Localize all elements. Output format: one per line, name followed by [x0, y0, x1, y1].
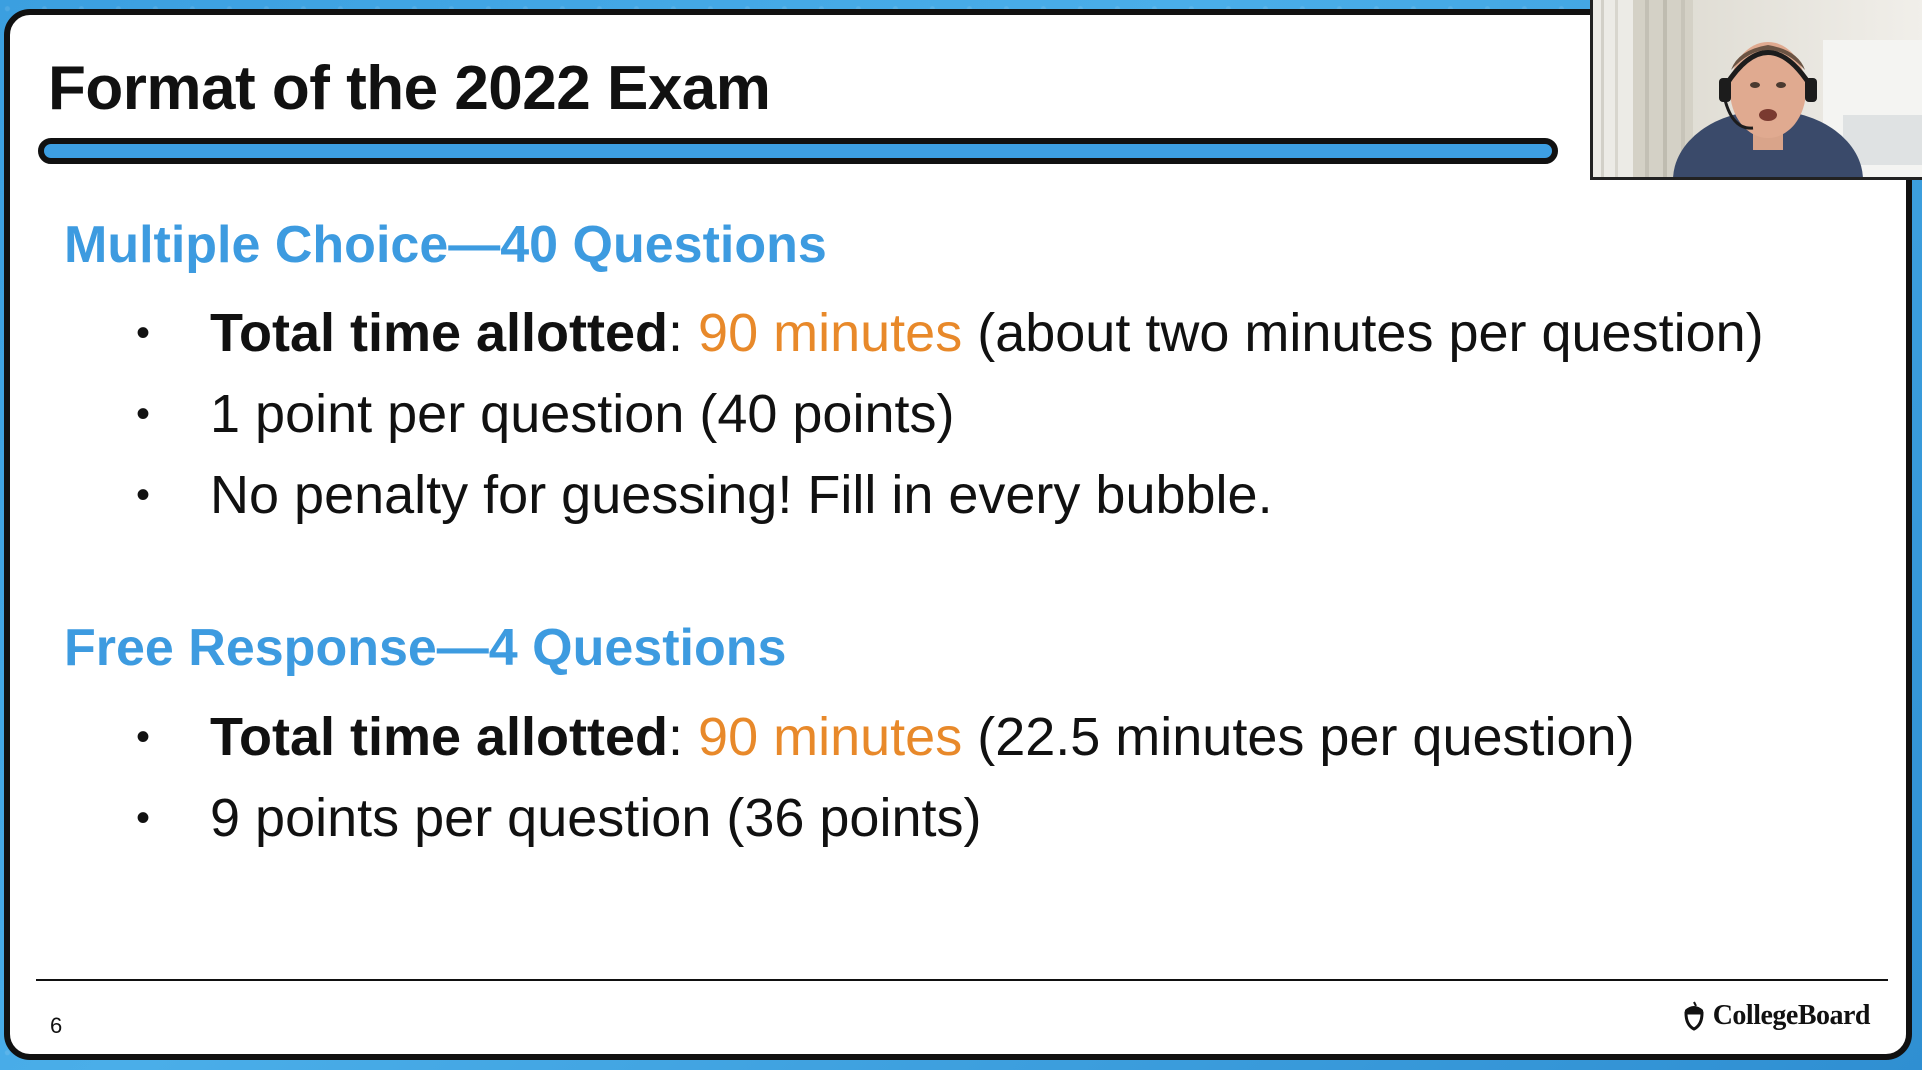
- bullet-text: Total time allotted: 90 minutes (about t…: [210, 293, 1764, 374]
- bullet-text: Total time allotted: 90 minutes (22.5 mi…: [210, 697, 1635, 778]
- collegeboard-logo: CollegeBoard: [1681, 1000, 1871, 1032]
- presenter-video-frame: [1593, 0, 1922, 177]
- section-heading-multiple-choice: Multiple Choice—40 Questions: [64, 216, 827, 274]
- bullet-rest: (about two minutes per question): [962, 303, 1764, 363]
- slide-title: Format of the 2022 Exam: [48, 54, 771, 123]
- bullet-icon: •: [136, 392, 151, 436]
- bullet-bold-label: Total time allotted: [210, 303, 669, 363]
- footer-divider: [36, 979, 1888, 981]
- bullet-highlight: 90 minutes: [698, 303, 963, 363]
- logo-wordmark: CollegeBoard: [1712, 1000, 1871, 1031]
- bullet-text: No penalty for guessing! Fill in every b…: [210, 465, 1273, 525]
- bullet-rest: (22.5 minutes per question): [962, 707, 1635, 767]
- slide-page-number: 6: [50, 1013, 63, 1038]
- bullet-icon: •: [136, 311, 151, 355]
- bullet-bold-label: Total time allotted: [210, 707, 669, 767]
- bullet-icon: •: [136, 715, 151, 759]
- bullet-text: 9 points per question (36 points): [210, 788, 982, 848]
- acorn-icon: [1684, 1001, 1704, 1031]
- bullet-icon: •: [136, 473, 151, 517]
- bullet-icon: •: [136, 796, 151, 840]
- bullet-text: 1 point per question (40 points): [210, 384, 955, 444]
- bullet-highlight: 90 minutes: [698, 707, 963, 767]
- bullet-separator: :: [668, 707, 699, 767]
- title-underline-bar: [38, 138, 1558, 164]
- section-heading-free-response: Free Response—4 Questions: [64, 619, 787, 677]
- bullet-separator: :: [668, 303, 699, 363]
- presenter-webcam-video: [1590, 0, 1922, 180]
